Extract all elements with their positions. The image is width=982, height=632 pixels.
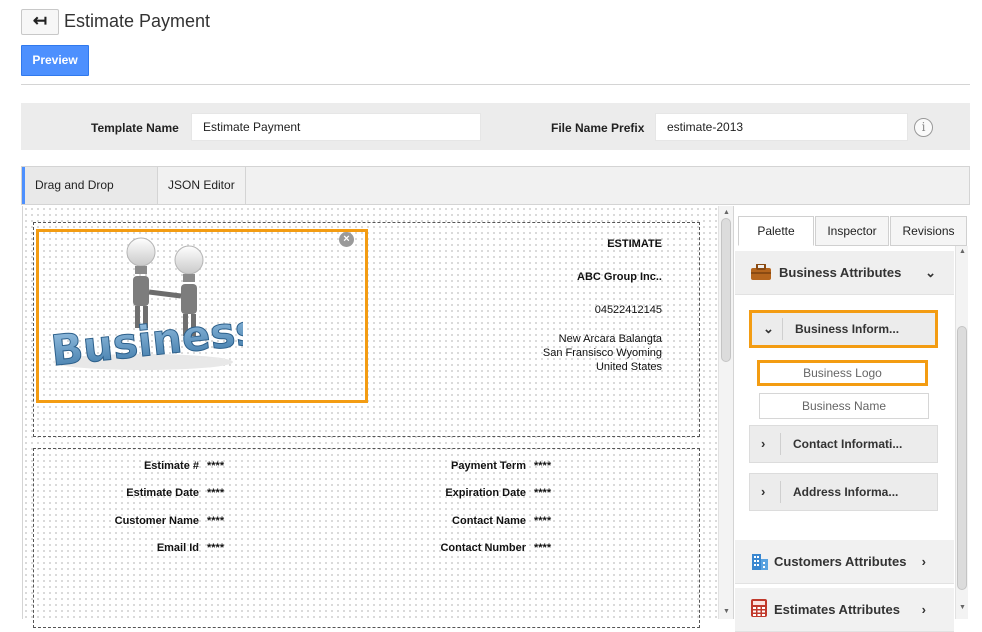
field-value: **** xyxy=(207,487,225,499)
field-label: Estimate Date xyxy=(126,487,199,499)
customers-attributes-header[interactable]: Customers Attributes › xyxy=(735,540,954,584)
panel-scrollbar[interactable]: ▲ ▼ xyxy=(955,246,968,619)
contact-information-group[interactable]: › Contact Informati... xyxy=(749,425,938,463)
scroll-down-arrow-icon[interactable]: ▼ xyxy=(723,608,730,615)
chevron-right-icon: › xyxy=(761,433,781,455)
business-logo-field[interactable]: Business Logo xyxy=(757,360,928,386)
field-label: Contact Name xyxy=(452,515,526,527)
file-name-prefix-input[interactable]: estimate-2013 xyxy=(655,113,908,141)
close-icon[interactable]: × xyxy=(339,232,354,247)
chevron-right-icon: › xyxy=(921,602,926,617)
field-label: Estimate # xyxy=(143,460,199,472)
business-attributes-label: Business Attributes xyxy=(779,265,902,280)
scroll-down-arrow-icon[interactable]: ▼ xyxy=(959,604,966,611)
divider xyxy=(21,84,970,85)
field-value: **** xyxy=(534,515,552,527)
template-name-label: Template Name xyxy=(91,121,179,135)
business-logo-element[interactable]: Business xyxy=(36,229,368,403)
business-information-group[interactable]: ⌄ Business Inform... xyxy=(749,310,938,348)
calculator-icon xyxy=(751,599,767,617)
business-information-label: Business Inform... xyxy=(795,322,900,336)
tab-inspector[interactable]: Inspector xyxy=(815,216,889,246)
address-information-label: Address Informa... xyxy=(793,485,899,499)
chevron-down-icon: ⌄ xyxy=(763,318,783,340)
address-information-group[interactable]: › Address Informa... xyxy=(749,473,938,511)
details-section[interactable] xyxy=(33,448,700,628)
business-name-field[interactable]: Business Name xyxy=(759,393,929,419)
address-line-2: San Fransisco Wyoming xyxy=(542,347,662,359)
tab-drag-and-drop-editor[interactable]: Drag and Drop Editor xyxy=(22,167,158,229)
field-value: **** xyxy=(207,460,225,472)
field-value: **** xyxy=(207,542,225,554)
company-name: ABC Group Inc.. xyxy=(577,271,662,283)
chevron-down-icon: ⌄ xyxy=(925,265,936,280)
canvas-scrollbar[interactable]: ▲ ▼ xyxy=(718,206,733,619)
address-line-1: New Arcara Balangta xyxy=(558,333,662,345)
company-phone: 04522412145 xyxy=(594,304,662,316)
address-line-3: United States xyxy=(595,361,662,373)
field-label: Customer Name xyxy=(114,515,199,527)
field-value: **** xyxy=(534,487,552,499)
estimates-attributes-label: Estimates Attributes xyxy=(774,602,900,617)
file-name-prefix-label: File Name Prefix xyxy=(551,121,645,135)
panel-scrollbar-thumb[interactable] xyxy=(957,326,967,590)
preview-button[interactable]: Preview xyxy=(21,45,89,76)
field-value: **** xyxy=(207,515,225,527)
field-label: Expiration Date xyxy=(445,487,526,499)
tab-json-editor[interactable]: JSON Editor xyxy=(158,167,246,204)
building-icon xyxy=(752,554,768,570)
scroll-up-arrow-icon[interactable]: ▲ xyxy=(723,209,730,216)
business-attributes-header[interactable]: Business Attributes ⌄ xyxy=(735,251,954,295)
back-button[interactable]: ↤ xyxy=(21,9,59,35)
estimates-attributes-header[interactable]: Estimates Attributes › xyxy=(735,588,954,632)
back-arrow-icon: ↤ xyxy=(32,11,48,30)
briefcase-icon xyxy=(751,264,771,280)
business-logo-image: Business xyxy=(48,237,243,376)
field-value: **** xyxy=(534,542,552,554)
field-label: Payment Term xyxy=(451,460,526,472)
chevron-right-icon: › xyxy=(761,481,781,503)
field-value: **** xyxy=(534,460,552,472)
tab-palette[interactable]: Palette xyxy=(738,216,814,246)
field-label: Contact Number xyxy=(440,542,526,554)
editor-tabs: Drag and Drop Editor JSON Editor xyxy=(21,166,970,229)
field-label: Email Id xyxy=(156,542,199,554)
template-name-input[interactable]: Estimate Payment xyxy=(191,113,481,141)
page-title: Estimate Payment xyxy=(64,11,211,31)
contact-information-label: Contact Informati... xyxy=(793,437,903,451)
estimate-title: ESTIMATE xyxy=(607,238,662,250)
info-icon[interactable]: i xyxy=(914,118,933,137)
customers-attributes-label: Customers Attributes xyxy=(774,554,907,569)
scroll-up-arrow-icon[interactable]: ▲ xyxy=(959,248,966,255)
chevron-right-icon: › xyxy=(921,554,926,569)
tab-revisions[interactable]: Revisions xyxy=(890,216,967,246)
canvas-scrollbar-thumb[interactable] xyxy=(721,218,731,362)
